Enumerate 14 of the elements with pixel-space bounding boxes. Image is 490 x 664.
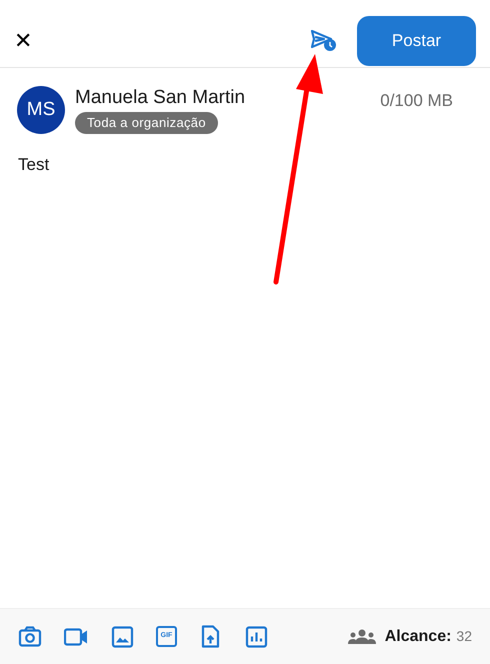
people-icon bbox=[346, 628, 377, 644]
close-icon[interactable]: ✕ bbox=[14, 30, 32, 52]
post-text: Test bbox=[17, 154, 50, 176]
camera-icon[interactable] bbox=[18, 624, 43, 649]
bar-chart-icon[interactable] bbox=[244, 624, 269, 649]
schedule-send-icon[interactable] bbox=[311, 30, 337, 52]
image-icon[interactable] bbox=[110, 624, 135, 649]
reach-count: 32 bbox=[456, 627, 472, 646]
storage-usage: 0/100 MB bbox=[380, 90, 453, 112]
author-name: Manuela San Martin bbox=[75, 86, 246, 110]
reach-label: Alcance: bbox=[384, 626, 452, 646]
avatar: MS bbox=[17, 86, 65, 134]
audience-badge[interactable]: Toda a organização bbox=[75, 112, 218, 134]
post-button[interactable]: Postar bbox=[357, 16, 476, 66]
